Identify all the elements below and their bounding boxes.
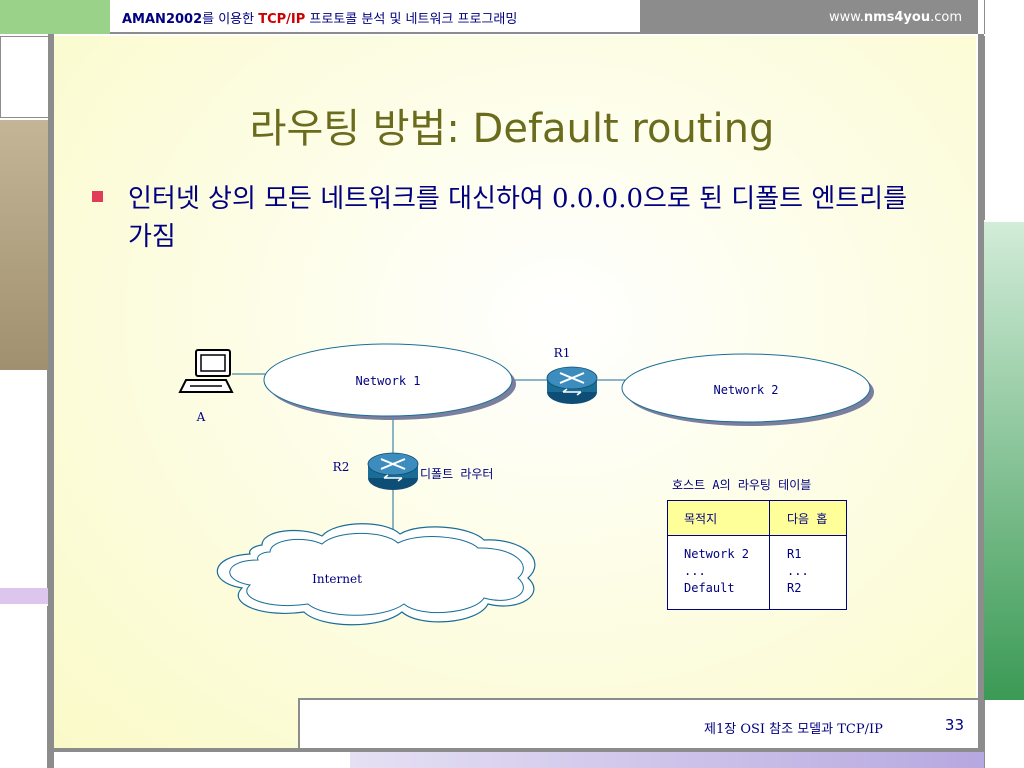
routing-table-header-next-hop: 다음 홉	[787, 512, 828, 526]
router2-description: 디폴트 라우터	[420, 467, 493, 481]
internet-cloud	[216, 523, 536, 626]
routing-table-next-hops: R1 ... R2	[787, 547, 809, 595]
footer-bar: 제1장 OSI 참조 모델과 TCP/IP 33	[298, 698, 978, 748]
router1-label: R1	[554, 346, 571, 360]
footer-chapter: 제1장 OSI 참조 모델과 TCP/IP	[704, 722, 883, 737]
router2-label: R2	[333, 460, 350, 474]
network-diagram: Network 1 Network 2 R1 R2 디폴트 라우터 A Inte…	[178, 343, 874, 626]
host-a-label: A	[196, 410, 206, 424]
network1-label: Network 1	[355, 374, 420, 388]
router-r1-icon	[546, 366, 598, 404]
router-r2-icon	[367, 452, 419, 490]
routing-table-destinations: Network 2 ... Default	[684, 547, 750, 595]
routing-table: 목적지 다음 홉 Network 2 ... Default R1 ... R2	[667, 500, 847, 610]
routing-table-caption: 호스트 A의 라우팅 테이블	[672, 478, 812, 492]
host-computer-icon	[178, 349, 234, 393]
internet-label: Internet	[312, 572, 362, 586]
routing-table-divider	[769, 501, 770, 609]
network2-label: Network 2	[713, 383, 778, 397]
page-number: 33	[944, 716, 964, 734]
routing-table-header-destination: 목적지	[684, 512, 718, 526]
